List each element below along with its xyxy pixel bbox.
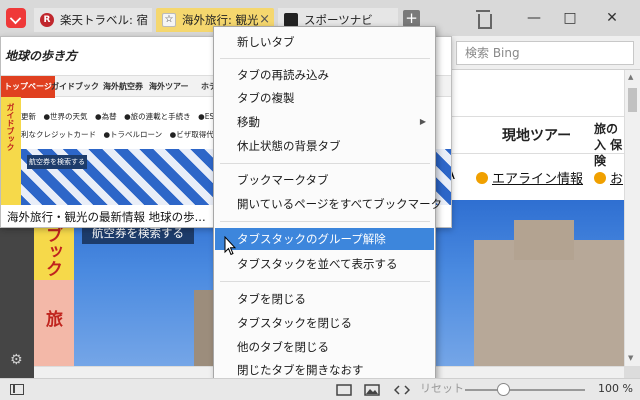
tab-label: 楽天トラベル: 宿 <box>60 13 149 27</box>
zoom-slider[interactable] <box>465 389 585 391</box>
link[interactable]: お <box>594 168 623 187</box>
scroll-thumb[interactable] <box>628 88 637 112</box>
menu-separator <box>220 281 430 282</box>
search-input[interactable]: 検索 Bing <box>456 41 634 65</box>
site-logo: 地球の歩き方 <box>5 49 78 63</box>
nav-item-local-tours[interactable]: 現地ツアー <box>502 117 571 155</box>
menu-item-close-stack[interactable]: タブスタックを閉じる <box>215 312 434 334</box>
site-nav: ル 現地ツアー 旅の入 保険 <box>434 116 624 168</box>
tab-label: スポーツナビ <box>304 13 373 27</box>
window-icon[interactable] <box>336 384 352 396</box>
menu-item-ungroup-stack[interactable]: タブスタックのグループ解除 <box>215 228 434 250</box>
panel-toggle-icon[interactable] <box>10 384 24 395</box>
gear-icon[interactable]: ⚙ <box>10 352 23 368</box>
tab-label: 海外旅行: 観光 <box>182 13 259 27</box>
image-icon[interactable] <box>364 384 380 396</box>
bullet-icon <box>594 172 606 184</box>
zoom-level: 100 % <box>598 382 633 395</box>
airline-info-link[interactable]: エアライン情報 <box>476 168 583 187</box>
menu-separator <box>220 163 430 164</box>
sportsnavi-favicon-icon <box>284 13 298 27</box>
menu-item-hibernate[interactable]: 休止状態の背景タブ <box>215 135 434 157</box>
menu-separator <box>220 221 430 222</box>
menu-item-move[interactable]: 移動 ▶ <box>215 111 434 133</box>
new-tab-button[interactable]: + <box>403 10 420 27</box>
menu-item-duplicate-tab[interactable]: タブの複製 <box>215 87 434 109</box>
menu-item-bookmark-tab[interactable]: ブックマークタブ <box>215 169 434 191</box>
maximize-button[interactable]: □ <box>556 6 584 30</box>
menu-item-tile-stack[interactable]: タブスタックを並べて表示する <box>215 253 434 275</box>
schedule-banner[interactable]: 旅 <box>34 280 74 378</box>
vivaldi-menu-button[interactable] <box>6 8 26 28</box>
menu-separator <box>220 58 430 59</box>
zoom-reset-button[interactable]: リセット <box>420 379 464 399</box>
rakuten-favicon-icon: R <box>40 13 54 27</box>
menu-item-close-tab[interactable]: タブを閉じる <box>215 288 434 310</box>
bullet-icon <box>476 172 488 184</box>
menu-item-reload-tab[interactable]: タブの再読み込み <box>215 64 434 86</box>
menu-item-bookmark-all[interactable]: 開いているページをすべてブックマーク <box>215 193 442 215</box>
scroll-up-icon[interactable]: ▲ <box>628 73 633 81</box>
vertical-scrollbar[interactable]: ▲ ▼ <box>624 70 640 366</box>
nav-item-insurance[interactable]: 旅の入 保険 <box>594 121 624 168</box>
star-favicon-icon: ☆ <box>162 13 176 27</box>
status-bar: リセット 100 % <box>0 378 640 400</box>
scroll-down-icon[interactable]: ▼ <box>628 354 633 362</box>
mouse-cursor-icon <box>224 236 236 256</box>
close-window-button[interactable]: ✕ <box>598 6 626 30</box>
zoom-slider-handle[interactable] <box>497 383 510 396</box>
menu-item-new-tab[interactable]: 新しいタブ <box>215 31 434 53</box>
menu-item-close-other-tabs[interactable]: 他のタブを閉じる <box>215 336 434 358</box>
minimize-button[interactable]: — <box>520 6 548 30</box>
code-icon[interactable] <box>394 384 410 396</box>
trash-icon[interactable] <box>474 9 492 29</box>
submenu-arrow-icon: ▶ <box>419 117 426 126</box>
tab-rakuten[interactable]: R 楽天トラベル: 宿 <box>34 8 152 32</box>
tab-context-menu: 新しいタブ タブの再読み込み タブの複製 移動 ▶ 休止状態の背景タブ ブックマ… <box>213 26 442 382</box>
